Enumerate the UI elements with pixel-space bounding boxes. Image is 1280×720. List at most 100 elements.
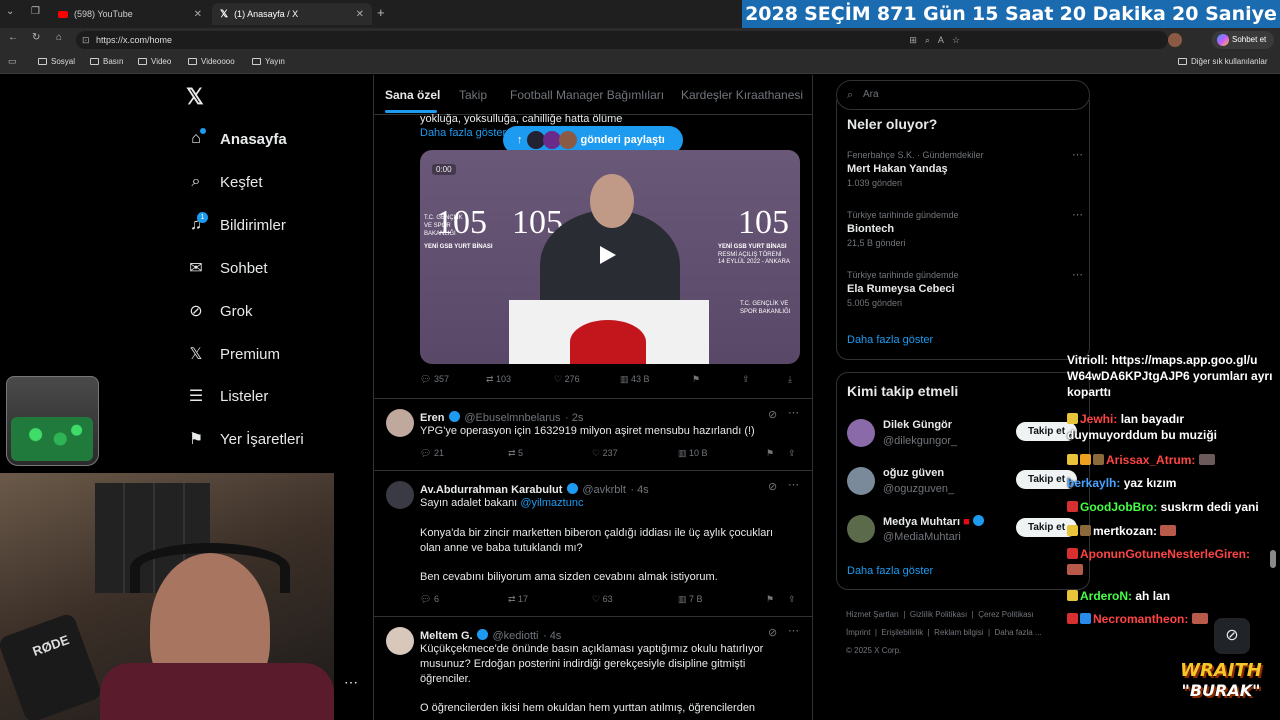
new-tab-icon[interactable]: +: [377, 5, 385, 20]
footer-link[interactable]: Hizmet Şartları: [846, 610, 899, 619]
sidebar-item-lists[interactable]: ☰ Listeler: [186, 386, 269, 406]
trend-item[interactable]: Türkiye tarihinde gündemde Ela Rumeysa C…: [847, 268, 1083, 308]
back-icon[interactable]: ←: [8, 32, 18, 43]
more-options-icon[interactable]: ⋯: [1072, 268, 1083, 281]
home-icon[interactable]: ⌂: [56, 32, 62, 43]
scrollbar-thumb[interactable]: [1270, 550, 1276, 568]
like-button[interactable]: ♡ 276: [554, 374, 580, 385]
sidebar-item-explore[interactable]: ⌕ Keşfet: [186, 173, 263, 191]
share-icon[interactable]: ⇪: [742, 374, 750, 385]
other-bookmarks[interactable]: Diğer sık kullanılanlar: [1178, 57, 1267, 66]
more-options-icon[interactable]: ⋯: [788, 624, 799, 637]
grok-icon[interactable]: ⊘: [768, 626, 777, 639]
share-icon[interactable]: ⇪: [788, 594, 796, 605]
sidebar-item-premium[interactable]: 𝕏 Premium: [186, 344, 280, 364]
tab-actions-icon[interactable]: ⌄: [6, 6, 14, 17]
mention-link[interactable]: @yilmaztunc: [520, 497, 583, 509]
download-icon[interactable]: ⤓: [788, 374, 792, 385]
tab-for-you[interactable]: Sana özel: [385, 88, 440, 102]
play-icon[interactable]: [600, 246, 616, 264]
sidebar-item-home[interactable]: ⌂ Anasayfa: [186, 128, 287, 148]
tab-x-home[interactable]: 𝕏 (1) Anasayfa / X ✕: [212, 3, 372, 25]
tweet-article[interactable]: Eren @Ebuselmnbelarus · 2s ⊘ ⋯ YPG'ye op…: [374, 398, 812, 470]
avatar[interactable]: [386, 481, 414, 509]
show-more-link[interactable]: Daha fazla göster: [420, 127, 506, 139]
tab-list-football-manager[interactable]: Football Manager Bağımlıları: [510, 88, 664, 102]
url-actions-icons[interactable]: ⊞⌕A☆: [909, 31, 968, 49]
sidebar-item-grok[interactable]: ⊘ Grok: [186, 301, 252, 321]
site-info-icon[interactable]: ⊡: [82, 31, 90, 49]
bookmark-folder[interactable]: Basın: [90, 57, 123, 66]
views-button[interactable]: ▥ 10 B: [678, 448, 708, 459]
sidebar-item-bookmarks[interactable]: ⚑ Yer İşaretleri: [186, 429, 304, 449]
copilot-button[interactable]: Sohbet et: [1212, 31, 1275, 49]
bookmark-icon[interactable]: ⚑: [766, 448, 774, 459]
like-button[interactable]: ♡ 237: [592, 448, 618, 459]
avatar[interactable]: [386, 409, 414, 437]
author-handle[interactable]: @avkrblt: [582, 484, 626, 496]
footer-link[interactable]: Reklam bilgisi: [934, 628, 983, 637]
bookmark-folder[interactable]: Sosyal: [38, 57, 75, 66]
bookmark-folder[interactable]: Yayın: [252, 57, 285, 66]
footer-link[interactable]: Daha fazla ...: [995, 628, 1042, 637]
close-tab-icon[interactable]: ✕: [194, 9, 202, 20]
bookmark-icon[interactable]: ⚑: [692, 374, 700, 385]
repost-button[interactable]: ⇄ 5: [508, 448, 523, 459]
author-handle[interactable]: @kediotti: [492, 630, 538, 642]
more-options-icon[interactable]: ⋯: [1072, 148, 1083, 161]
footer-link[interactable]: Erişilebilirlik: [881, 628, 923, 637]
sidebar-item-messages[interactable]: ✉ Sohbet: [186, 258, 267, 278]
tab-list-kardesler[interactable]: Kardeşler Kıraathanesi: [681, 88, 803, 102]
tab-youtube[interactable]: (598) YouTube ✕: [50, 3, 210, 25]
trend-item[interactable]: Türkiye tarihinde gündemde Biontech 21,5…: [847, 208, 1083, 248]
post-time[interactable]: · 4s: [543, 630, 561, 642]
reading-list-icon[interactable]: ▭: [8, 56, 17, 67]
sidebar-item-label: Keşfet: [220, 173, 263, 191]
avatar[interactable]: [386, 627, 414, 655]
reply-button[interactable]: 💬︎ 6: [420, 594, 439, 605]
trends-show-more-link[interactable]: Daha fazla göster: [847, 334, 933, 346]
views-button[interactable]: ▥ 7 B: [678, 594, 703, 605]
repost-button[interactable]: ⇄ 103: [486, 374, 511, 385]
post-time[interactable]: · 4s: [630, 484, 648, 496]
share-icon[interactable]: ⇪: [788, 448, 796, 459]
grok-icon[interactable]: ⊘: [768, 480, 777, 493]
sidebar-item-notifications[interactable]: ♫ Bildirimler 1: [186, 212, 286, 234]
post-time[interactable]: · 2s: [565, 412, 583, 424]
bookmark-folder[interactable]: Videoooo: [188, 57, 235, 66]
more-options-icon[interactable]: ⋯: [788, 478, 799, 491]
author-name[interactable]: Eren: [420, 412, 444, 424]
more-options-icon[interactable]: ⋯: [788, 406, 799, 419]
grok-icon[interactable]: ⊘: [768, 408, 777, 421]
reply-button[interactable]: 💬︎ 357: [420, 374, 449, 385]
repost-button[interactable]: ⇄ 17: [508, 594, 528, 605]
footer-link[interactable]: İmprint: [846, 628, 870, 637]
bookmark-icon[interactable]: ⚑: [766, 594, 774, 605]
author-name[interactable]: Av.Abdurrahman Karabulut: [420, 484, 562, 496]
views-button[interactable]: ▥ 43 B: [620, 374, 650, 385]
more-options-icon[interactable]: ⋯: [344, 674, 358, 691]
x-logo-icon[interactable]: 𝕏: [186, 84, 204, 110]
grok-icon[interactable]: ⊘: [1214, 618, 1250, 654]
video-player[interactable]: 105 105 105 YENİ GSB YURT BİNASI YENİ GS…: [420, 150, 800, 364]
more-options-icon[interactable]: ⋯: [1072, 208, 1083, 221]
refresh-icon[interactable]: ↻: [32, 32, 40, 43]
tweet-article[interactable]: Meltem G. @kediotti · 4s ⊘ ⋯ Küçükçekmec…: [374, 616, 812, 720]
profile-avatar[interactable]: [1168, 33, 1182, 47]
trend-item[interactable]: Fenerbahçe S.K. · Gündemdekiler Mert Hak…: [847, 148, 1083, 188]
url-field[interactable]: ⊡ https://x.com/home ⊞⌕A☆: [76, 31, 1168, 49]
countdown-year: 2028: [745, 3, 798, 25]
tweet-article[interactable]: Av.Abdurrahman Karabulut @avkrblt · 4s ⊘…: [374, 470, 812, 616]
tab-following[interactable]: Takip: [459, 88, 487, 102]
workspaces-icon[interactable]: ❐: [31, 6, 40, 17]
close-tab-icon[interactable]: ✕: [356, 9, 364, 20]
bookmark-folder[interactable]: Video: [138, 57, 171, 66]
footer-link[interactable]: Çerez Politikası: [978, 610, 1034, 619]
suggestion-handle: @MediaMuhtari: [883, 531, 961, 543]
follow-show-more-link[interactable]: Daha fazla göster: [847, 565, 933, 577]
like-button[interactable]: ♡ 63: [592, 594, 613, 605]
footer-link[interactable]: Gizlilik Politikası: [910, 610, 967, 619]
author-name[interactable]: Meltem G.: [420, 630, 473, 642]
author-handle[interactable]: @Ebuselmnbelarus: [464, 412, 560, 424]
reply-button[interactable]: 💬︎ 21: [420, 448, 444, 459]
